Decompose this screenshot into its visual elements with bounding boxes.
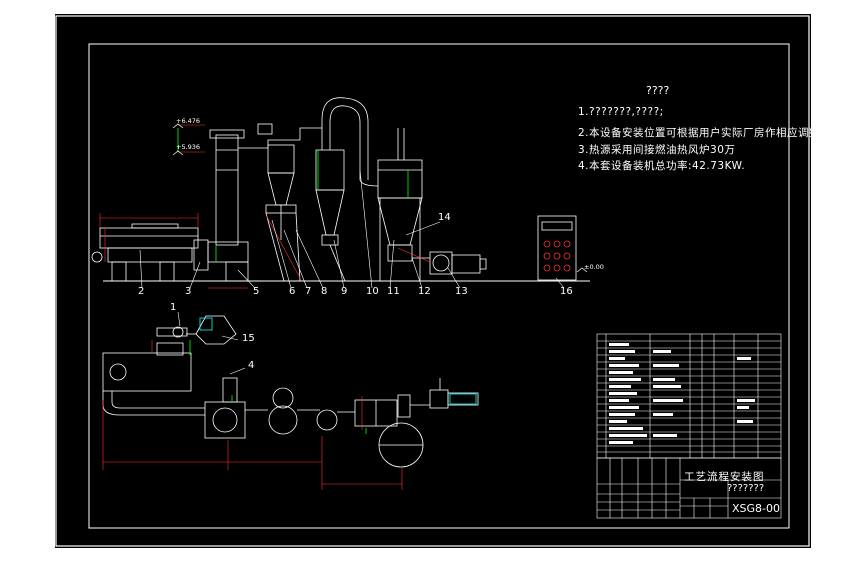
part-number-6: 6: [289, 286, 296, 297]
part-number-7: 7: [305, 286, 312, 297]
elevation-mid: +5.936: [176, 143, 201, 151]
drawing-title: 工艺流程安装图: [684, 471, 765, 483]
part-number-1: 1: [170, 302, 177, 313]
part-number-15: 15: [242, 333, 255, 344]
note-line-1: 1.???????,????;: [578, 106, 664, 118]
part-number-13: 13: [455, 286, 468, 297]
note-line-3: 3.热源采用间接燃油热风炉30万: [578, 144, 736, 156]
drawing-code: XSG8-00: [732, 502, 781, 515]
part-number-2: 2: [138, 286, 145, 297]
part-number-16: 16: [560, 286, 573, 297]
part-number-8: 8: [321, 286, 328, 297]
part-number-5: 5: [253, 286, 260, 297]
note-line-2: 2.本设备安装位置可根据用户实际厂房作相应调整。: [578, 127, 832, 139]
notes-title: ????: [646, 84, 670, 97]
part-number-10: 10: [366, 286, 379, 297]
elevation-ground: ±0.00: [584, 263, 604, 271]
elevation-top: +6.476: [176, 117, 201, 125]
part-number-11: 11: [387, 286, 400, 297]
part-number-4: 4: [248, 360, 255, 371]
part-number-3: 3: [185, 286, 192, 297]
note-line-4: 4.本套设备装机总功率:42.73KW.: [578, 160, 746, 172]
drawing-subtitle: ???????: [727, 483, 765, 494]
part-number-12: 12: [418, 286, 431, 297]
part-number-9: 9: [341, 286, 348, 297]
part-number-14: 14: [438, 212, 451, 223]
